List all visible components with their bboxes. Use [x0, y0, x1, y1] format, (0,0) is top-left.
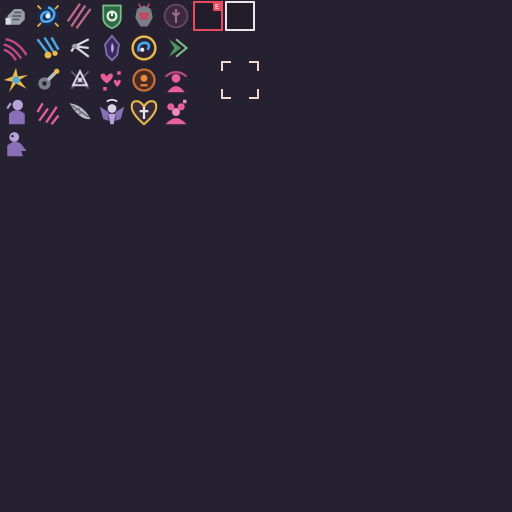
- feather-blast-icon[interactable]: [64, 96, 96, 128]
- orange-orb-icon[interactable]: [128, 64, 160, 96]
- triple-strike-icon[interactable]: [32, 32, 64, 64]
- purple-figure-icon[interactable]: [0, 96, 32, 128]
- dash-chevron-icon[interactable]: [160, 32, 192, 64]
- selected-slot-frame: E: [193, 1, 223, 31]
- wrench-icon[interactable]: [32, 64, 64, 96]
- burst-icon[interactable]: [0, 64, 32, 96]
- claw-slash-icon[interactable]: [64, 0, 96, 32]
- selected-slot-tag: E: [213, 3, 221, 11]
- wave-slash-icon[interactable]: [0, 32, 32, 64]
- pink-squad-icon[interactable]: [160, 96, 192, 128]
- swirl-orb-icon[interactable]: [128, 32, 160, 64]
- pink-summon-icon[interactable]: [160, 64, 192, 96]
- winged-demon-icon[interactable]: [96, 96, 128, 128]
- holy-heart-icon[interactable]: [128, 96, 160, 128]
- ghost-figure-icon[interactable]: [0, 128, 32, 160]
- empty-slot[interactable]: [224, 0, 256, 32]
- reticle-corner-tr: [249, 61, 259, 71]
- spider-claw-icon[interactable]: [64, 32, 96, 64]
- icon-sprite-grid: E: [0, 0, 256, 160]
- reticle-corner-bl: [221, 89, 231, 99]
- reticle-corner-tl: [221, 61, 231, 71]
- empty-slot-frame: [225, 1, 255, 31]
- target-reticle: [221, 61, 259, 99]
- spirit-sigil-icon[interactable]: [64, 64, 96, 96]
- gauntlet-icon[interactable]: [0, 0, 32, 32]
- shield-icon[interactable]: [96, 0, 128, 32]
- rain-strike-icon[interactable]: [32, 96, 64, 128]
- vortex-icon[interactable]: [32, 0, 64, 32]
- void-crystal-icon[interactable]: [96, 32, 128, 64]
- rune-icon[interactable]: [160, 0, 192, 32]
- hearts-icon[interactable]: [96, 64, 128, 96]
- reticle-corner-br: [249, 89, 259, 99]
- armored-dragon-icon[interactable]: [128, 0, 160, 32]
- selected-slot[interactable]: E: [192, 0, 224, 32]
